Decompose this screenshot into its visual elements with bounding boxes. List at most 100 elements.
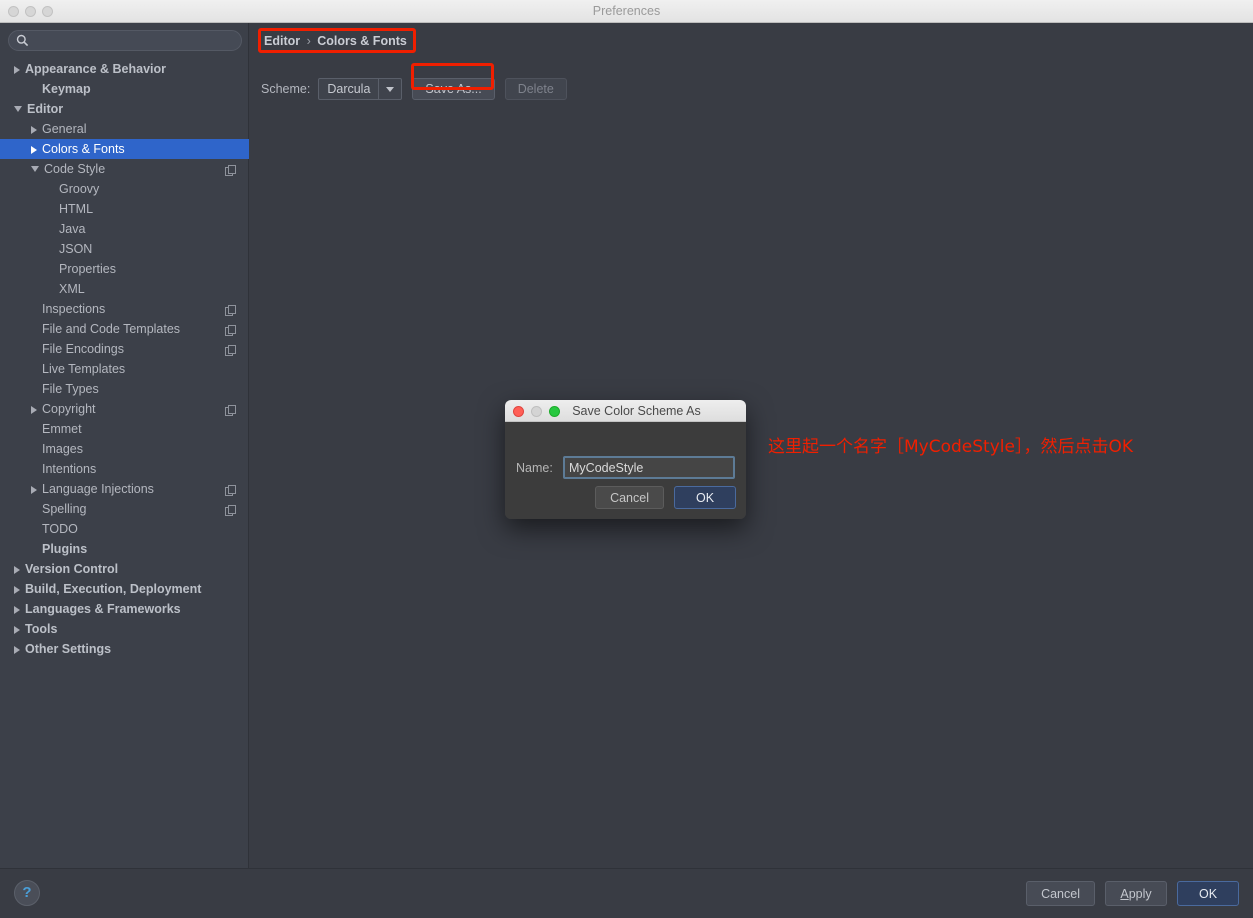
breadcrumb: Editor › Colors & Fonts: [260, 31, 411, 51]
copy-settings-icon[interactable]: [225, 483, 237, 496]
sidebar-item-file-and-code-templates[interactable]: File and Code Templates: [0, 319, 249, 339]
sidebar-item-file-encodings[interactable]: File Encodings: [0, 339, 249, 359]
copy-settings-icon[interactable]: [225, 343, 237, 356]
footer-actions: Cancel Apply OK: [1026, 881, 1239, 906]
copy-settings-icon[interactable]: [225, 403, 237, 416]
sidebar-item-build-execution-deployment[interactable]: Build, Execution, Deployment: [0, 579, 249, 599]
sidebar-item-appearance-behavior[interactable]: Appearance & Behavior: [0, 59, 249, 79]
twisty-placeholder: [31, 546, 37, 554]
sidebar-item-xml[interactable]: XML: [0, 279, 249, 299]
search-field[interactable]: [8, 30, 242, 51]
twisty-placeholder: [31, 446, 37, 454]
sidebar-item-label: XML: [59, 282, 85, 296]
help-button[interactable]: ?: [14, 880, 40, 906]
sidebar-item-label: Inspections: [42, 302, 106, 316]
scheme-name-input[interactable]: [563, 456, 735, 479]
sidebar-item-label: Groovy: [59, 182, 100, 196]
breadcrumb-root[interactable]: Editor: [264, 34, 300, 48]
chevron-down-icon[interactable]: [31, 165, 39, 172]
chevron-right-icon[interactable]: [31, 125, 37, 134]
sidebar-item-plugins[interactable]: Plugins: [0, 539, 249, 559]
sidebar-item-spelling[interactable]: Spelling: [0, 499, 249, 519]
twisty-placeholder: [48, 186, 54, 194]
sidebar-item-tools[interactable]: Tools: [0, 619, 249, 639]
sidebar-item-label: Language Injections: [42, 482, 154, 496]
chevron-right-icon[interactable]: [14, 585, 20, 594]
dialog-titlebar: Save Color Scheme As: [505, 400, 746, 422]
sidebar-item-emmet[interactable]: Emmet: [0, 419, 249, 439]
sidebar-item-label: Keymap: [42, 82, 91, 96]
chevron-right-icon[interactable]: [14, 645, 20, 654]
chevron-right-icon[interactable]: [14, 65, 20, 74]
chevron-right-icon[interactable]: [14, 565, 20, 574]
sidebar-item-general[interactable]: General: [0, 119, 249, 139]
dialog-cancel-button[interactable]: Cancel: [595, 486, 664, 509]
sidebar-item-java[interactable]: Java: [0, 219, 249, 239]
sidebar-item-colors-fonts[interactable]: Colors & Fonts: [0, 139, 249, 159]
sidebar-item-properties[interactable]: Properties: [0, 259, 249, 279]
sidebar-item-code-style[interactable]: Code Style: [0, 159, 249, 179]
sidebar-item-intentions[interactable]: Intentions: [0, 459, 249, 479]
cancel-button[interactable]: Cancel: [1026, 881, 1095, 906]
scheme-label: Scheme:: [261, 82, 311, 96]
sidebar-item-label: Copyright: [42, 402, 96, 416]
breadcrumb-separator: ›: [306, 34, 311, 48]
copy-settings-icon[interactable]: [225, 503, 237, 516]
save-as-button[interactable]: Save As...: [412, 78, 495, 100]
delete-button: Delete: [504, 78, 567, 100]
sidebar-item-other-settings[interactable]: Other Settings: [0, 639, 249, 659]
chevron-right-icon[interactable]: [31, 485, 37, 494]
sidebar-item-label: File and Code Templates: [42, 322, 181, 336]
chevron-right-icon[interactable]: [31, 145, 37, 154]
sidebar-item-label: JSON: [59, 242, 93, 256]
sidebar-item-images[interactable]: Images: [0, 439, 249, 459]
sidebar-item-label: Code Style: [44, 162, 106, 176]
apply-button[interactable]: Apply: [1105, 881, 1167, 906]
dialog-body: Name: Cancel OK: [505, 422, 746, 519]
chevron-right-icon[interactable]: [14, 625, 20, 634]
sidebar-item-editor[interactable]: Editor: [0, 99, 249, 119]
annotation-text: 这里起一个名字［MyCodeStyle］，然后点击OK: [768, 437, 1133, 457]
sidebar-item-file-types[interactable]: File Types: [0, 379, 249, 399]
sidebar-item-label: TODO: [42, 522, 78, 536]
sidebar-item-groovy[interactable]: Groovy: [0, 179, 249, 199]
chevron-right-icon[interactable]: [14, 605, 20, 614]
sidebar-item-live-templates[interactable]: Live Templates: [0, 359, 249, 379]
scheme-dropdown[interactable]: Darcula: [318, 78, 403, 100]
dialog-footer: ? Cancel Apply OK: [0, 868, 1253, 918]
sidebar-item-todo[interactable]: TODO: [0, 519, 249, 539]
sidebar-item-copyright[interactable]: Copyright: [0, 399, 249, 419]
sidebar-item-version-control[interactable]: Version Control: [0, 559, 249, 579]
copy-settings-icon[interactable]: [225, 323, 237, 336]
twisty-placeholder: [31, 526, 37, 534]
twisty-placeholder: [48, 286, 54, 294]
copy-settings-icon[interactable]: [225, 303, 237, 316]
sidebar-item-json[interactable]: JSON: [0, 239, 249, 259]
search-input[interactable]: [31, 33, 231, 48]
chevron-right-icon[interactable]: [31, 405, 37, 414]
sidebar-item-label: Appearance & Behavior: [25, 62, 167, 76]
window-title: Preferences: [592, 4, 661, 18]
ok-button[interactable]: OK: [1177, 881, 1239, 906]
sidebar-item-keymap[interactable]: Keymap: [0, 79, 249, 99]
scheme-row: Scheme: Darcula Save As... Delete: [261, 78, 567, 100]
sidebar-item-label: Build, Execution, Deployment: [25, 582, 202, 596]
copy-settings-icon[interactable]: [225, 163, 237, 176]
twisty-placeholder: [31, 506, 37, 514]
sidebar-item-language-injections[interactable]: Language Injections: [0, 479, 249, 499]
sidebar-item-label: Tools: [25, 622, 58, 636]
dialog-actions: Cancel OK: [595, 486, 736, 509]
sidebar-item-languages-frameworks[interactable]: Languages & Frameworks: [0, 599, 249, 619]
sidebar-item-label: Java: [59, 222, 86, 236]
twisty-placeholder: [31, 386, 37, 394]
sidebar-item-inspections[interactable]: Inspections: [0, 299, 249, 319]
sidebar-item-label: Intentions: [42, 462, 97, 476]
sidebar-item-label: File Types: [42, 382, 99, 396]
chevron-down-icon[interactable]: [14, 105, 22, 112]
sidebar-item-html[interactable]: HTML: [0, 199, 249, 219]
sidebar-item-label: Editor: [27, 102, 64, 116]
sidebar-item-label: HTML: [59, 202, 94, 216]
dialog-ok-button[interactable]: OK: [674, 486, 736, 509]
settings-tree[interactable]: Appearance & Behavior Keymap Editor General…: [0, 59, 249, 868]
sidebar-item-label: General: [42, 122, 87, 136]
